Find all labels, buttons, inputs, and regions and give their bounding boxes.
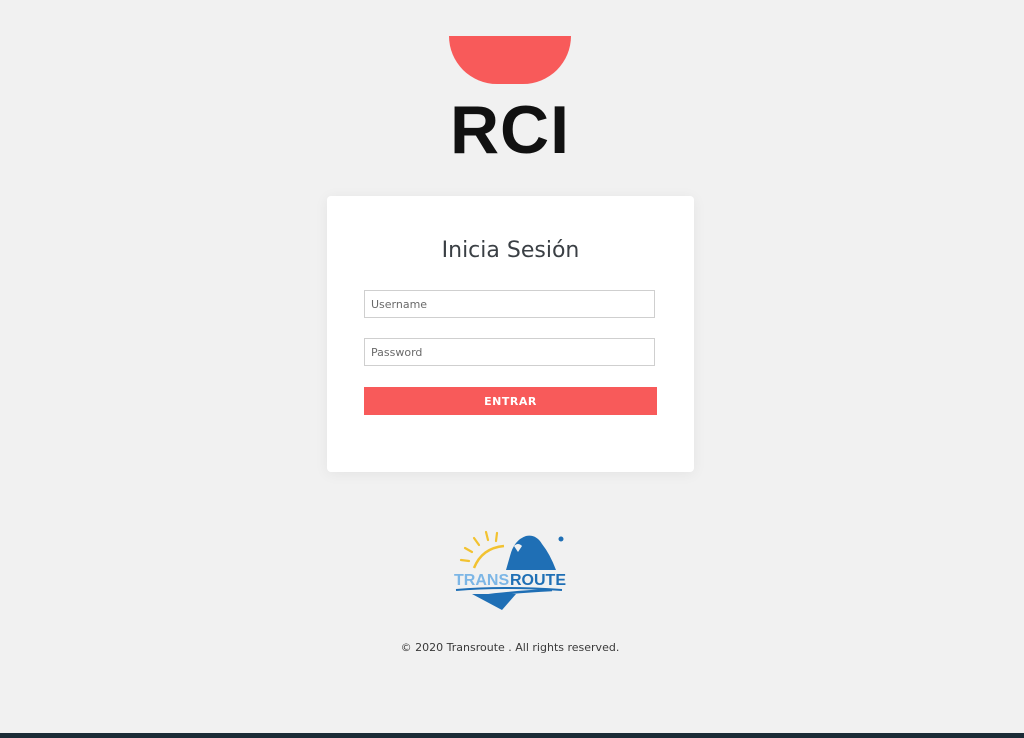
login-card: Inicia Sesión ENTRAR xyxy=(327,196,694,472)
login-title: Inicia Sesión xyxy=(441,238,580,263)
copyright-text: © 2020 Transroute . All rights reserved. xyxy=(400,641,620,654)
rci-logo: RCI xyxy=(445,34,575,168)
transroute-text-route: ROUTE xyxy=(510,572,566,589)
login-page: RCI Inicia Sesión ENTRAR TRANS ROUTE xyxy=(0,0,1024,738)
rci-logo-text: RCI xyxy=(449,92,571,168)
transroute-logo: TRANS ROUTE xyxy=(452,530,572,612)
rci-half-circle-mark xyxy=(449,36,571,84)
transroute-logo-graphic: TRANS ROUTE xyxy=(454,530,566,610)
enter-button[interactable]: ENTRAR xyxy=(364,387,657,415)
bottom-bar xyxy=(0,733,1024,738)
password-input[interactable] xyxy=(364,338,655,366)
transroute-text-trans: TRANS xyxy=(454,572,509,589)
username-input[interactable] xyxy=(364,290,655,318)
